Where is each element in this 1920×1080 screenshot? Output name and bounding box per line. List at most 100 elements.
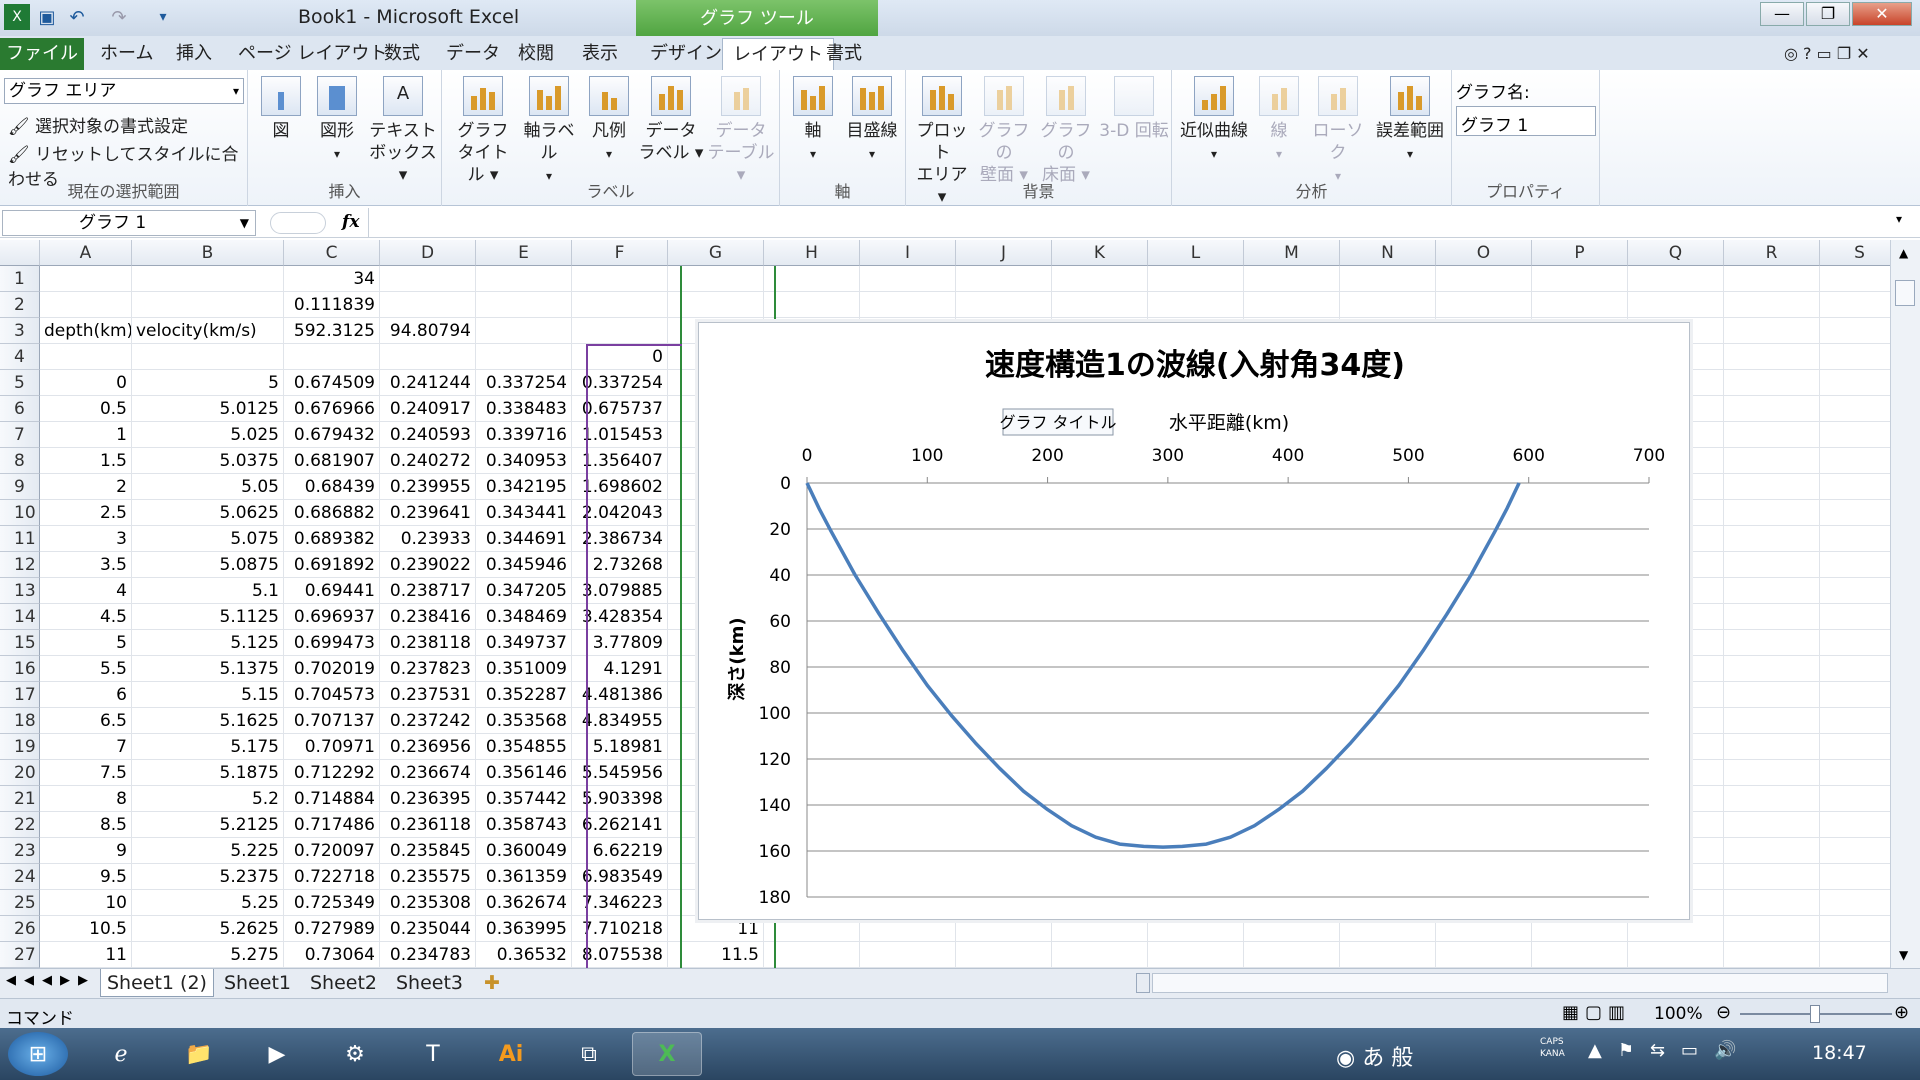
column-header-n[interactable]: N: [1340, 240, 1436, 266]
clock[interactable]: 18:47: [1812, 1042, 1867, 1064]
cell-a[interactable]: [40, 344, 132, 370]
cell-f[interactable]: 6.983549: [572, 864, 668, 890]
cell-c[interactable]: 0.727989: [284, 916, 380, 942]
cell-empty[interactable]: [1820, 760, 1900, 786]
cell-c[interactable]: 0.720097: [284, 838, 380, 864]
cell-b[interactable]: 5.0125: [132, 396, 284, 422]
cell-d[interactable]: 0.236956: [380, 734, 476, 760]
vertical-scroll-thumb[interactable]: [1895, 280, 1915, 306]
row-header[interactable]: 9: [0, 474, 40, 500]
cell-c[interactable]: 0.712292: [284, 760, 380, 786]
cell-b[interactable]: [132, 266, 284, 292]
cell-c[interactable]: 592.3125: [284, 318, 380, 344]
tab-formulas[interactable]: 数式: [374, 38, 430, 70]
row-header[interactable]: 25: [0, 890, 40, 916]
cell-d[interactable]: 0.235575: [380, 864, 476, 890]
chart-area[interactable]: 速度構造1の波線(入射角34度) グラフ タイトル 水平距離(km) 深さ(km…: [698, 322, 1690, 920]
cell-a[interactable]: depth(km): [40, 318, 132, 344]
cell-f[interactable]: 2.386734: [572, 526, 668, 552]
column-header-j[interactable]: J: [956, 240, 1052, 266]
cell-d[interactable]: 0.238118: [380, 630, 476, 656]
cell-c[interactable]: 0.704573: [284, 682, 380, 708]
column-header-c[interactable]: C: [284, 240, 380, 266]
restore-button[interactable]: ❐: [1806, 2, 1850, 26]
cell-empty[interactable]: [1724, 812, 1820, 838]
cell-d[interactable]: 0.237531: [380, 682, 476, 708]
cell-e[interactable]: 0.344691: [476, 526, 572, 552]
column-header-k[interactable]: K: [1052, 240, 1148, 266]
tab-home[interactable]: ホーム: [90, 38, 163, 70]
cell-d[interactable]: 0.238717: [380, 578, 476, 604]
textpad-icon[interactable]: T: [398, 1032, 468, 1076]
cell-b[interactable]: 5.2375: [132, 864, 284, 890]
row-header[interactable]: 23: [0, 838, 40, 864]
cell-empty[interactable]: [1628, 292, 1724, 318]
cell-empty[interactable]: [1724, 526, 1820, 552]
chart-wall-button[interactable]: グラフの 壁面 ▾: [974, 76, 1034, 186]
sheet-tab-2[interactable]: Sheet1: [218, 969, 297, 997]
column-header-o[interactable]: O: [1436, 240, 1532, 266]
chart-floor-button[interactable]: グラフの 床面 ▾: [1036, 76, 1096, 186]
cell-d[interactable]: 0.235845: [380, 838, 476, 864]
cell-empty[interactable]: [1244, 292, 1340, 318]
cell-empty[interactable]: [1532, 266, 1628, 292]
row-header[interactable]: 18: [0, 708, 40, 734]
cell-b[interactable]: [132, 344, 284, 370]
cell-empty[interactable]: [1532, 292, 1628, 318]
column-header-l[interactable]: L: [1148, 240, 1244, 266]
cell-e[interactable]: 0.337254: [476, 370, 572, 396]
format-selection-button[interactable]: 🖌 選択対象の書式設定: [8, 112, 188, 137]
cell-empty[interactable]: [1148, 292, 1244, 318]
cell-c[interactable]: 0.70971: [284, 734, 380, 760]
cell-empty[interactable]: [764, 942, 860, 968]
cell-d[interactable]: 0.241244: [380, 370, 476, 396]
cell-b[interactable]: 5.1: [132, 578, 284, 604]
cell-a[interactable]: 4: [40, 578, 132, 604]
cell-empty[interactable]: [1820, 734, 1900, 760]
cell-empty[interactable]: [1148, 266, 1244, 292]
cell-e[interactable]: 0.345946: [476, 552, 572, 578]
cell-empty[interactable]: [1724, 292, 1820, 318]
cell-e[interactable]: 0.340953: [476, 448, 572, 474]
network-app-icon[interactable]: ⧉: [554, 1032, 624, 1076]
expand-formula-icon[interactable]: ▾: [1896, 212, 1902, 226]
cell-empty[interactable]: [1628, 942, 1724, 968]
illustrator-icon[interactable]: Ai: [476, 1032, 546, 1076]
cell-c[interactable]: 0.725349: [284, 890, 380, 916]
cell-f[interactable]: 1.698602: [572, 474, 668, 500]
cell-empty[interactable]: [1820, 838, 1900, 864]
media-player-icon[interactable]: ▶: [242, 1032, 312, 1076]
cell-d[interactable]: 0.236674: [380, 760, 476, 786]
cell-empty[interactable]: [1820, 630, 1900, 656]
cell-a[interactable]: 0.5: [40, 396, 132, 422]
cell-e[interactable]: 0.338483: [476, 396, 572, 422]
cell-f[interactable]: 3.77809: [572, 630, 668, 656]
cell-e[interactable]: 0.347205: [476, 578, 572, 604]
column-header-i[interactable]: I: [860, 240, 956, 266]
updown-bars-button[interactable]: ローソク ▾: [1306, 76, 1370, 187]
cell-a[interactable]: 8.5: [40, 812, 132, 838]
select-all-corner[interactable]: [0, 240, 40, 266]
cell-d[interactable]: 0.23933: [380, 526, 476, 552]
cell-empty[interactable]: [1820, 682, 1900, 708]
cell-empty[interactable]: [1244, 942, 1340, 968]
cell-empty[interactable]: [1436, 942, 1532, 968]
ie-icon[interactable]: ℯ: [86, 1032, 156, 1076]
cell-f[interactable]: 8.075538: [572, 942, 668, 968]
cell-empty[interactable]: [1724, 656, 1820, 682]
data-table-button[interactable]: データ テーブル ▾: [706, 76, 776, 186]
cell-empty[interactable]: [1820, 864, 1900, 890]
cell-empty[interactable]: [1820, 578, 1900, 604]
cell-b[interactable]: 5.2125: [132, 812, 284, 838]
tray-icons[interactable]: ▲⚑⇆▭🔊: [1588, 1040, 1752, 1061]
column-header-d[interactable]: D: [380, 240, 476, 266]
cell-d[interactable]: 0.240593: [380, 422, 476, 448]
cell-empty[interactable]: [1628, 266, 1724, 292]
cell-a[interactable]: 8: [40, 786, 132, 812]
cell-b[interactable]: 5.05: [132, 474, 284, 500]
column-header-e[interactable]: E: [476, 240, 572, 266]
cell-a[interactable]: 3: [40, 526, 132, 552]
cell-d[interactable]: 0.236118: [380, 812, 476, 838]
cell-b[interactable]: 5.25: [132, 890, 284, 916]
cell-a[interactable]: 0: [40, 370, 132, 396]
